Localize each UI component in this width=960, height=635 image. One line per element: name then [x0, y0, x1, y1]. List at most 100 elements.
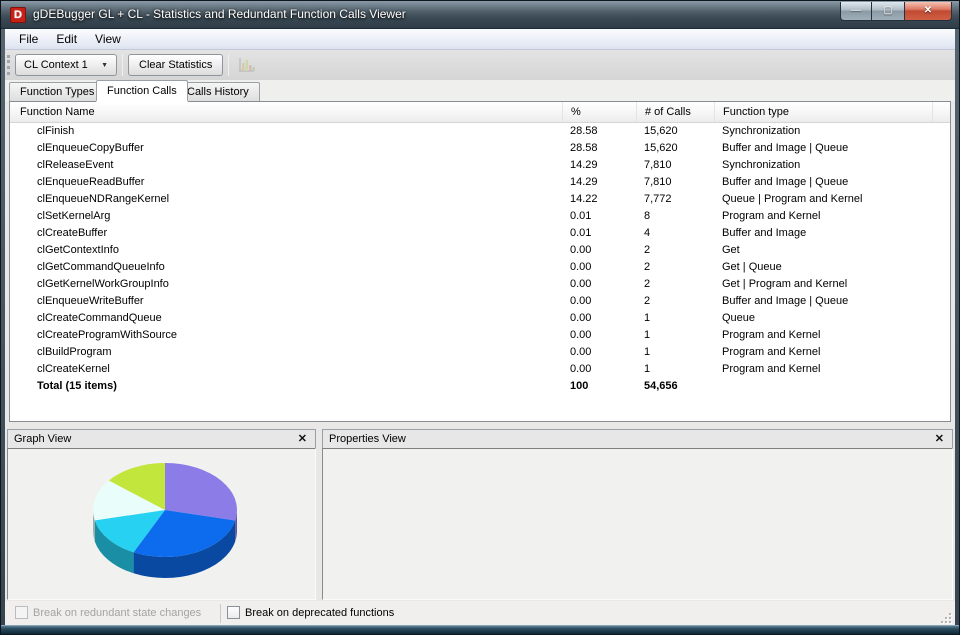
menubar: File Edit View: [2, 29, 958, 50]
cell-type: Synchronization: [714, 123, 932, 140]
cell-type: Buffer and Image | Queue: [714, 293, 932, 310]
tab-function-types[interactable]: Function Types: [9, 82, 105, 101]
resize-grip[interactable]: [940, 612, 952, 624]
properties-view-content: [322, 448, 953, 600]
cell-pct: 0.01: [562, 225, 636, 242]
toolbar-separator: [228, 54, 229, 76]
tab-calls-history[interactable]: Calls History: [176, 82, 260, 101]
cell-type: Get | Queue: [714, 259, 932, 276]
cell-name: clCreateProgramWithSource: [10, 327, 562, 344]
cell-pct: 100: [562, 378, 636, 395]
column-percent[interactable]: %: [562, 102, 636, 122]
window-frame-left: [1, 29, 5, 625]
table-header[interactable]: Function Name % # of Calls Function type: [10, 102, 950, 123]
cell-pct: 14.29: [562, 157, 636, 174]
table-body: clFinish28.5815,620SynchronizationclEnqu…: [10, 123, 950, 395]
cell-name: clEnqueueNDRangeKernel: [10, 191, 562, 208]
bar-chart-icon[interactable]: [236, 56, 256, 74]
cell-pct: 28.58: [562, 140, 636, 157]
footer-separator: [220, 604, 221, 623]
cell-pct: 0.00: [562, 361, 636, 378]
menu-edit[interactable]: Edit: [47, 29, 86, 49]
close-button[interactable]: ✕: [905, 2, 952, 21]
table-row[interactable]: clSetKernelArg0.018Program and Kernel: [10, 208, 950, 225]
context-select-value: CL Context 1: [24, 59, 88, 71]
close-icon[interactable]: ✕: [933, 430, 946, 448]
table-row[interactable]: clEnqueueWriteBuffer0.002Buffer and Imag…: [10, 293, 950, 310]
column-spacer: [932, 102, 950, 122]
titlebar[interactable]: D gDEBugger GL + CL - Statistics and Red…: [1, 1, 959, 29]
table-row[interactable]: clCreateProgramWithSource0.001Program an…: [10, 327, 950, 344]
table-row[interactable]: clCreateKernel0.001Program and Kernel: [10, 361, 950, 378]
graph-view-title: Graph View: [14, 433, 296, 445]
properties-view-titlebar[interactable]: Properties View ✕: [322, 429, 953, 449]
maximize-button[interactable]: ▢: [872, 2, 905, 21]
window-title: gDEBugger GL + CL - Statistics and Redun…: [33, 1, 406, 29]
table-row[interactable]: clEnqueueNDRangeKernel14.227,772Queue | …: [10, 191, 950, 208]
cell-type: Get | Program and Kernel: [714, 276, 932, 293]
menu-view[interactable]: View: [86, 29, 130, 49]
cell-pct: 0.00: [562, 327, 636, 344]
break-redundant-checkbox-group: Break on redundant state changes: [15, 606, 201, 619]
column-function-type[interactable]: Function type: [714, 102, 932, 122]
table-row[interactable]: clEnqueueCopyBuffer28.5815,620Buffer and…: [10, 140, 950, 157]
column-function-name[interactable]: Function Name: [10, 102, 562, 122]
context-select[interactable]: CL Context 1 ▼: [15, 54, 117, 76]
window-frame-right: [955, 29, 959, 625]
cell-type: Program and Kernel: [714, 344, 932, 361]
cell-pct: 14.29: [562, 174, 636, 191]
cell-type: Program and Kernel: [714, 208, 932, 225]
table-row[interactable]: clGetContextInfo0.002Get: [10, 242, 950, 259]
table-row[interactable]: clEnqueueReadBuffer14.297,810Buffer and …: [10, 174, 950, 191]
table-row[interactable]: clReleaseEvent14.297,810Synchronization: [10, 157, 950, 174]
cell-name: clFinish: [10, 123, 562, 140]
graph-view-titlebar[interactable]: Graph View ✕: [7, 429, 316, 449]
cell-calls: 2: [636, 259, 714, 276]
table-row[interactable]: clBuildProgram0.001Program and Kernel: [10, 344, 950, 361]
statistics-table: Function Name % # of Calls Function type…: [9, 101, 951, 422]
table-row[interactable]: clGetKernelWorkGroupInfo0.002Get | Progr…: [10, 276, 950, 293]
menu-file[interactable]: File: [10, 29, 47, 49]
chevron-down-icon: ▼: [101, 62, 108, 69]
clear-statistics-button[interactable]: Clear Statistics: [128, 54, 223, 76]
cell-pct: 14.22: [562, 191, 636, 208]
cell-calls: 15,620: [636, 123, 714, 140]
cell-type: Program and Kernel: [714, 361, 932, 378]
gdebugger-logo-icon: D: [10, 7, 26, 23]
break-redundant-label: Break on redundant state changes: [33, 607, 201, 619]
cell-name: clBuildProgram: [10, 344, 562, 361]
toolbar-grip[interactable]: [7, 55, 10, 75]
table-row[interactable]: Total (15 items)10054,656: [10, 378, 950, 395]
window-frame-bottom: [1, 625, 959, 634]
table-row[interactable]: clFinish28.5815,620Synchronization: [10, 123, 950, 140]
cell-name: clEnqueueWriteBuffer: [10, 293, 562, 310]
cell-pct: 0.00: [562, 310, 636, 327]
break-deprecated-checkbox[interactable]: [227, 606, 240, 619]
cell-calls: 4: [636, 225, 714, 242]
cell-pct: 0.00: [562, 276, 636, 293]
table-row[interactable]: clCreateCommandQueue0.001Queue: [10, 310, 950, 327]
column-num-calls[interactable]: # of Calls: [636, 102, 714, 122]
cell-name: clEnqueueCopyBuffer: [10, 140, 562, 157]
tab-function-calls[interactable]: Function Calls: [96, 80, 188, 102]
break-deprecated-checkbox-group: Break on deprecated functions: [227, 606, 394, 619]
cell-type: Queue: [714, 310, 932, 327]
pie-chart[interactable]: [8, 449, 315, 599]
tabbar: Function Types Function Calls Calls Hist…: [5, 80, 955, 101]
cell-name: clGetCommandQueueInfo: [10, 259, 562, 276]
close-icon[interactable]: ✕: [296, 430, 309, 448]
cell-calls: 7,810: [636, 174, 714, 191]
table-row[interactable]: clGetCommandQueueInfo0.002Get | Queue: [10, 259, 950, 276]
window-controls: — ▢ ✕: [840, 2, 952, 21]
table-row[interactable]: clCreateBuffer0.014Buffer and Image: [10, 225, 950, 242]
cell-calls: 1: [636, 310, 714, 327]
cell-calls: 2: [636, 276, 714, 293]
cell-calls: 54,656: [636, 378, 714, 395]
cell-pct: 0.01: [562, 208, 636, 225]
break-redundant-checkbox: [15, 606, 28, 619]
cell-type: Program and Kernel: [714, 327, 932, 344]
cell-type: Buffer and Image | Queue: [714, 140, 932, 157]
properties-view-title: Properties View: [329, 433, 933, 445]
minimize-button[interactable]: —: [840, 2, 872, 21]
app-window: D gDEBugger GL + CL - Statistics and Red…: [0, 0, 960, 635]
